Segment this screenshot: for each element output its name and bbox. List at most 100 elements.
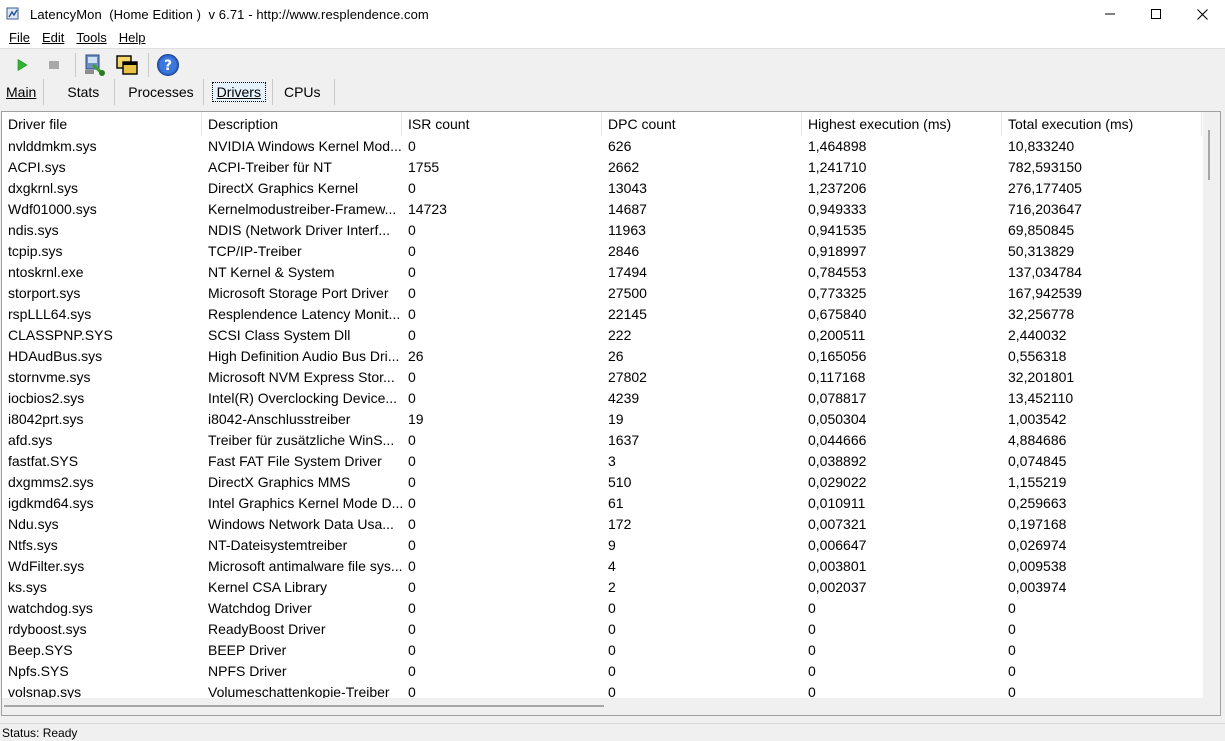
- table-row[interactable]: ndis.sys NDIS (Network Driver Interf... 0 1…: [2, 220, 1205, 241]
- description-cell: SCSI Class System Dll: [208, 327, 351, 343]
- table-row[interactable]: i8042prt.sys i8042-Anschlusstreiber 19 19 0,…: [2, 409, 1205, 430]
- dpc-count-cell: 3: [608, 453, 616, 469]
- list-header: Driver file Description ISR count DPC co…: [2, 112, 1202, 136]
- windows-button[interactable]: [113, 51, 141, 79]
- table-row[interactable]: rdyboost.sys ReadyBoost Driver 0 0 0 0: [2, 619, 1205, 640]
- table-row[interactable]: HDAudBus.sys High Definition Audio Bus Dr…: [2, 346, 1205, 367]
- table-row[interactable]: watchdog.sys Watchdog Driver 0 0 0 0: [2, 598, 1205, 619]
- close-button[interactable]: [1179, 0, 1225, 28]
- column-header-description[interactable]: Description: [202, 112, 402, 136]
- total-execution-cell: 1,003542: [1008, 411, 1067, 427]
- scrollbar-corner: [1203, 698, 1220, 715]
- isr-count-cell: 0: [408, 327, 416, 343]
- total-execution-cell: 0,074845: [1008, 453, 1067, 469]
- table-row[interactable]: CLASSPNP.SYS SCSI Class System Dll 0 222 0,2…: [2, 325, 1205, 346]
- highest-execution-cell: 0,200511: [808, 327, 866, 343]
- tab-processes[interactable]: Processes: [115, 79, 204, 105]
- driver-file-cell: tcpip.sys: [8, 243, 63, 259]
- total-execution-cell: 276,177405: [1008, 180, 1082, 196]
- isr-count-cell: 0: [408, 642, 416, 658]
- highest-execution-cell: 1,241710: [808, 159, 867, 175]
- dpc-count-cell: 2: [608, 579, 616, 595]
- table-row[interactable]: ntoskrnl.exe NT Kernel & System 0 17494 0,78…: [2, 262, 1205, 283]
- list-body: nvlddmkm.sys NVIDIA Windows Kernel Mod...…: [2, 136, 1205, 703]
- dpc-count-cell: 26: [608, 348, 624, 364]
- table-row[interactable]: igdkmd64.sys Intel Graphics Kernel Mode D…: [2, 493, 1205, 514]
- help-button[interactable]: ?: [154, 51, 182, 79]
- highest-execution-cell: 0,007321: [808, 516, 867, 532]
- table-row[interactable]: ks.sys Kernel CSA Library 0 2 0,002037 0,0039…: [2, 577, 1205, 598]
- table-row[interactable]: nvlddmkm.sys NVIDIA Windows Kernel Mod...…: [2, 136, 1205, 157]
- table-row[interactable]: tcpip.sys TCP/IP-Treiber 0 2846 0,918997 50,3…: [2, 241, 1205, 262]
- column-header-driver-file[interactable]: Driver file: [2, 112, 202, 136]
- vertical-scrollbar[interactable]: [1203, 112, 1220, 700]
- highest-execution-cell: 0,117168: [808, 369, 866, 385]
- start-button[interactable]: [8, 51, 36, 79]
- driver-file-cell: rspLLL64.sys: [8, 306, 92, 322]
- description-cell: Watchdog Driver: [208, 600, 312, 616]
- menu-file[interactable]: File: [3, 28, 36, 48]
- dpc-count-cell: 222: [608, 327, 632, 343]
- horizontal-scrollbar[interactable]: [2, 698, 1205, 715]
- table-row[interactable]: Npfs.SYS NPFS Driver 0 0 0 0: [2, 661, 1205, 682]
- table-row[interactable]: Ndu.sys Windows Network Data Usa... 0 172 0,…: [2, 514, 1205, 535]
- menu-tools[interactable]: Tools: [70, 28, 112, 48]
- table-row[interactable]: ACPI.sys ACPI-Treiber für NT 1755 2662 1,241…: [2, 157, 1205, 178]
- table-row[interactable]: Beep.SYS BEEP Driver 0 0 0 0: [2, 640, 1205, 661]
- help-icon: ?: [157, 53, 179, 76]
- total-execution-cell: 137,034784: [1008, 264, 1082, 280]
- menu-help[interactable]: Help: [113, 28, 152, 48]
- resplendence-button[interactable]: [81, 51, 109, 79]
- column-header-dpc-count[interactable]: DPC count: [602, 112, 802, 136]
- menu-bar: File Edit Tools Help: [0, 28, 1225, 48]
- drivers-list-view[interactable]: Driver file Description ISR count DPC co…: [1, 111, 1221, 716]
- column-header-total-execution[interactable]: Total execution (ms): [1002, 112, 1202, 136]
- tab-cpus[interactable]: CPUs: [273, 79, 335, 105]
- tab-stats[interactable]: Stats: [44, 79, 116, 105]
- isr-count-cell: 0: [408, 516, 416, 532]
- table-row[interactable]: WdFilter.sys Microsoft antimalware file s…: [2, 556, 1205, 577]
- description-cell: Microsoft NVM Express Stor...: [208, 369, 395, 385]
- horizontal-scroll-thumb[interactable]: [4, 705, 604, 707]
- minimize-button[interactable]: [1087, 0, 1133, 28]
- table-row[interactable]: dxgmms2.sys DirectX Graphics MMS 0 510 0,029…: [2, 472, 1205, 493]
- minimize-icon: [1105, 13, 1115, 15]
- driver-file-cell: dxgkrnl.sys: [8, 180, 79, 196]
- column-header-isr-count[interactable]: ISR count: [402, 112, 602, 136]
- highest-execution-cell: 0,078817: [808, 390, 867, 406]
- dpc-count-cell: 4: [608, 558, 616, 574]
- table-row[interactable]: fastfat.SYS Fast FAT File System Driver 0 3…: [2, 451, 1205, 472]
- dpc-count-cell: 0: [608, 621, 616, 637]
- stop-button[interactable]: [40, 51, 68, 79]
- column-header-highest-execution[interactable]: Highest execution (ms): [802, 112, 1002, 136]
- table-row[interactable]: storport.sys Microsoft Storage Port Drive…: [2, 283, 1205, 304]
- menu-edit[interactable]: Edit: [36, 28, 70, 48]
- table-row[interactable]: Wdf01000.sys Kernelmodustreiber-Framew...…: [2, 199, 1205, 220]
- maximize-button[interactable]: [1133, 0, 1179, 28]
- tab-drivers[interactable]: Drivers: [204, 79, 273, 105]
- dpc-count-cell: 27500: [608, 285, 647, 301]
- tab-main[interactable]: Main: [0, 79, 45, 105]
- vertical-scroll-thumb[interactable]: [1208, 130, 1210, 180]
- isr-count-cell: 0: [408, 474, 416, 490]
- table-row[interactable]: iocbios2.sys Intel(R) Overclocking Device…: [2, 388, 1205, 409]
- driver-file-cell: Beep.SYS: [8, 642, 73, 658]
- description-cell: Kernelmodustreiber-Framew...: [208, 201, 397, 217]
- description-cell: DirectX Graphics MMS: [208, 474, 351, 490]
- driver-file-cell: storport.sys: [8, 285, 81, 301]
- menu-tools-label: Tools: [76, 30, 107, 45]
- table-row[interactable]: dxgkrnl.sys DirectX Graphics Kernel 0 13043…: [2, 178, 1205, 199]
- driver-file-cell: dxgmms2.sys: [8, 474, 94, 490]
- dpc-count-cell: 61: [608, 495, 624, 511]
- total-execution-cell: 10,833240: [1008, 138, 1075, 154]
- tab-main-label: Main: [6, 84, 37, 100]
- driver-file-cell: Ntfs.sys: [8, 537, 58, 553]
- description-cell: TCP/IP-Treiber: [208, 243, 302, 259]
- isr-count-cell: 0: [408, 558, 416, 574]
- dpc-count-cell: 19: [608, 411, 624, 427]
- table-row[interactable]: afd.sys Treiber für zusätzliche WinS... 0 1…: [2, 430, 1205, 451]
- table-row[interactable]: Ntfs.sys NT-Dateisystemtreiber 0 9 0,006647 0…: [2, 535, 1205, 556]
- table-row[interactable]: rspLLL64.sys Resplendence Latency Monit..…: [2, 304, 1205, 325]
- description-cell: Treiber für zusätzliche WinS...: [208, 432, 395, 448]
- table-row[interactable]: stornvme.sys Microsoft NVM Express Stor..…: [2, 367, 1205, 388]
